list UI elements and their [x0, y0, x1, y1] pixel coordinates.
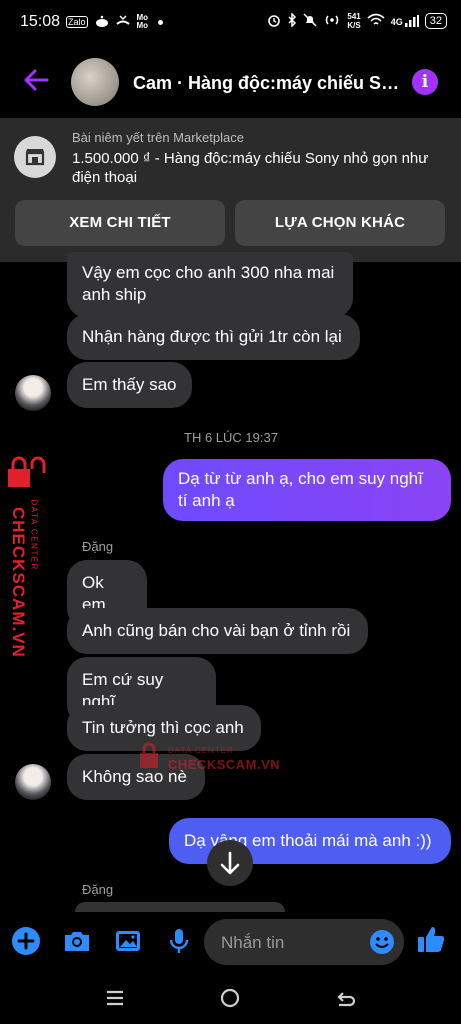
- sender-avatar[interactable]: [15, 375, 51, 411]
- back-icon[interactable]: [336, 988, 356, 1013]
- reddit-icon: [95, 15, 109, 30]
- message-input[interactable]: Nhắn tin: [204, 919, 404, 965]
- scroll-to-bottom-button[interactable]: [207, 840, 253, 886]
- emoji-icon[interactable]: [368, 928, 396, 956]
- system-icons: 541 K/S 4G 32: [267, 11, 447, 30]
- conversation-header: Cam · Hàng độc:máy chiếu Son... i: [0, 44, 461, 118]
- recents-icon[interactable]: [105, 988, 125, 1013]
- plus-icon[interactable]: [11, 926, 41, 956]
- like-icon[interactable]: [415, 923, 445, 953]
- message-timestamp: TH 6 LÚC 19:37: [184, 430, 278, 445]
- listing-subtitle: Bài niêm yết trên Marketplace: [72, 130, 244, 145]
- message-bubble-partial: [75, 902, 285, 912]
- sender-name: Đặng: [82, 539, 114, 554]
- back-arrow-icon[interactable]: [22, 66, 50, 94]
- message-input-placeholder: Nhắn tin: [221, 933, 285, 952]
- status-bar: 15:08 Zalo MoMo 541 K/S 4G 32: [0, 0, 461, 44]
- battery-icon: 32: [424, 13, 447, 29]
- zalo-icon: Zalo: [66, 16, 88, 28]
- momo-icon: MoMo: [136, 13, 149, 30]
- network-type: 4G: [390, 17, 403, 27]
- watermark-side-brand: CHECKSCAM.VN: [9, 507, 28, 658]
- message-bubble[interactable]: Nhận hàng được thì gửi 1tr còn lại: [67, 314, 360, 360]
- dot-icon: [157, 19, 163, 25]
- image-icon[interactable]: [113, 926, 143, 956]
- watermark-center-caption: DATA CENTER: [168, 746, 234, 755]
- my-message-bubble[interactable]: Dạ từ từ anh ạ, cho em suy nghĩ tí anh ạ: [163, 459, 451, 521]
- message-bubble[interactable]: Anh cũng bán cho vài bạn ở tỉnh rồi: [67, 608, 368, 654]
- info-icon[interactable]: i: [412, 69, 438, 95]
- watermark-side-caption: DATA CENTER: [29, 499, 39, 571]
- view-details-button[interactable]: XEM CHI TIẾT: [15, 200, 225, 246]
- sender-avatar[interactable]: [15, 764, 51, 800]
- contact-avatar[interactable]: [71, 58, 119, 106]
- marketplace-listing-panel: Bài niêm yết trên Marketplace 1.500.000 …: [0, 118, 461, 262]
- bluetooth-icon: [287, 11, 297, 30]
- net-speed: 541 K/S: [347, 12, 360, 30]
- message-bubble[interactable]: Vậy em cọc cho anh 300 nha mai anh ship: [67, 252, 353, 318]
- mic-icon[interactable]: [164, 926, 194, 956]
- missed-call-icon: [115, 14, 130, 30]
- message-bubble[interactable]: Em thấy sao: [67, 362, 192, 408]
- net-speed-value: 541: [347, 12, 361, 21]
- shop-icon: [14, 136, 56, 178]
- wifi-icon: [367, 13, 385, 30]
- mute-icon: [303, 12, 317, 30]
- sender-name: Đặng: [82, 882, 114, 897]
- system-navigation-bar: [0, 972, 461, 1024]
- checkscam-watermark: CHECKSCAM.VN DATA CENTER: [4, 455, 54, 658]
- center-watermark: DATA CENTER CHECKSCAM.VN: [138, 742, 288, 778]
- signal-icon: 4G: [391, 15, 419, 27]
- conversation-title[interactable]: Cam · Hàng độc:máy chiếu Son...: [133, 73, 403, 94]
- alarm-icon: [267, 13, 281, 30]
- clock: 15:08: [20, 13, 61, 30]
- hotspot-icon: [323, 13, 341, 30]
- composer-bar: Nhắn tin: [0, 912, 461, 972]
- home-icon[interactable]: [220, 988, 240, 1013]
- notification-icons: Zalo MoMo: [66, 14, 163, 30]
- camera-icon[interactable]: [62, 926, 92, 956]
- other-options-button[interactable]: LỰA CHỌN KHÁC: [235, 200, 445, 246]
- net-speed-unit: K/S: [347, 21, 361, 30]
- watermark-center-brand: CHECKSCAM.VN: [168, 757, 281, 772]
- listing-title[interactable]: 1.500.000 ₫ - Hàng độc:máy chiếu Sony nh…: [72, 149, 448, 187]
